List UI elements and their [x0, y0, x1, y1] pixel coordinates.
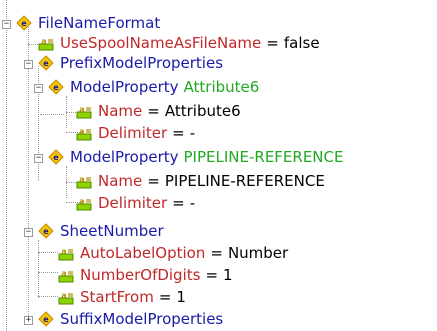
tree-node-modelproperty-attribute6[interactable]: e ModelProperty Attribute6 [48, 76, 259, 98]
svg-text:a: a [61, 247, 66, 256]
xml-element-icon: e [38, 223, 54, 239]
node-id-label: Attribute6 [183, 78, 260, 96]
tree-guide-line [28, 44, 38, 45]
attribute-value: 1 [223, 266, 233, 284]
attribute-value: false [283, 34, 320, 52]
tree-guide-line [6, 0, 7, 331]
tree-node-attr-startfrom[interactable]: a StartFrom = 1 [58, 286, 186, 308]
svg-text:a: a [79, 197, 84, 206]
attribute-name: NumberOfDigits [80, 266, 201, 284]
collapse-toggle-modelproperty-attribute6[interactable]: − [34, 84, 43, 93]
tree-guide-line [40, 114, 64, 115]
attribute-value: Attribute6 [164, 102, 241, 120]
svg-text:e: e [43, 227, 49, 236]
tree-node-attr-delimiter[interactable]: a Delimiter = - [76, 192, 195, 214]
tree-node-attr-delimiter[interactable]: a Delimiter = - [76, 122, 195, 144]
node-label: SheetNumber [60, 222, 164, 240]
xml-attribute-icon: a [76, 127, 92, 141]
equals-sign: = [147, 102, 160, 120]
svg-text:a: a [41, 37, 46, 46]
attribute-name: StartFrom [80, 288, 154, 306]
tree-node-attr-autolabeloption[interactable]: a AutoLabelOption = Number [58, 242, 288, 264]
attribute-value: - [189, 124, 196, 142]
svg-text:e: e [53, 153, 59, 162]
attribute-name: Name [98, 172, 143, 190]
svg-text:e: e [43, 315, 49, 324]
equals-sign: = [210, 244, 223, 262]
node-label: FileNameFormat [38, 14, 161, 32]
xml-attribute-icon: a [38, 37, 54, 51]
xml-attribute-icon: a [58, 247, 74, 261]
xml-element-icon: e [38, 55, 54, 71]
tree-node-attr-usespoolname[interactable]: a UseSpoolNameAsFileName = false [38, 32, 320, 54]
tree-guide-line [38, 240, 39, 298]
tree-guide-line [38, 296, 58, 297]
tree-node-suffixmodelproperties[interactable]: e SuffixModelProperties [38, 308, 223, 330]
attribute-name: Name [98, 102, 143, 120]
node-id-label: PIPELINE-REFERENCE [183, 148, 344, 166]
attribute-value: 1 [176, 288, 186, 306]
xml-attribute-icon: a [76, 197, 92, 211]
attribute-name: AutoLabelOption [80, 244, 206, 262]
xml-attribute-icon: a [58, 269, 74, 283]
svg-text:a: a [79, 105, 84, 114]
node-label: PrefixModelProperties [60, 54, 224, 72]
collapse-toggle-modelproperty-pipeline-reference[interactable]: − [34, 154, 43, 163]
equals-sign: = [205, 266, 219, 284]
xml-attribute-icon: a [58, 291, 74, 305]
tree-node-attr-name[interactable]: a Name = PIPELINE-REFERENCE [76, 170, 325, 192]
svg-text:a: a [79, 175, 84, 184]
attribute-name: Delimiter [98, 124, 168, 142]
xml-element-icon: e [48, 79, 64, 95]
xml-attribute-icon: a [76, 175, 92, 189]
xml-element-icon: e [48, 149, 64, 165]
svg-text:a: a [61, 291, 66, 300]
svg-text:e: e [43, 59, 49, 68]
attribute-value: Number [227, 244, 289, 262]
node-label: SuffixModelProperties [60, 310, 224, 328]
xml-attribute-icon: a [76, 105, 92, 119]
attribute-name: UseSpoolNameAsFileName [60, 34, 262, 52]
svg-text:a: a [79, 127, 84, 136]
tree-node-filenameformat[interactable]: e FileNameFormat [16, 12, 160, 34]
svg-text:a: a [61, 269, 66, 278]
tree-guide-line [38, 272, 58, 273]
expand-toggle-suffixmodelproperties[interactable]: + [24, 316, 33, 325]
svg-text:e: e [53, 83, 59, 92]
tree-node-attr-numberofdigits[interactable]: a NumberOfDigits = 1 [58, 264, 233, 286]
tree-guide-line [38, 252, 58, 253]
xml-element-icon: e [16, 15, 32, 31]
collapse-toggle-sheetnumber[interactable]: − [24, 228, 33, 237]
equals-sign: = [147, 172, 160, 190]
equals-sign: = [172, 194, 185, 212]
collapse-toggle-prefixmodelproperties[interactable]: − [24, 60, 33, 69]
equals-sign: = [158, 288, 172, 306]
svg-text:e: e [21, 19, 27, 28]
xml-element-icon: e [38, 311, 54, 327]
tree-node-attr-name[interactable]: a Name = Attribute6 [76, 100, 241, 122]
node-label: ModelProperty [70, 78, 179, 96]
equals-sign: = [172, 124, 185, 142]
attribute-name: Delimiter [98, 194, 168, 212]
tree-node-modelproperty-pipeline-reference[interactable]: e ModelProperty PIPELINE-REFERENCE [48, 146, 343, 168]
collapse-toggle-filenameformat[interactable]: − [2, 20, 11, 29]
tree-node-prefixmodelproperties[interactable]: e PrefixModelProperties [38, 52, 223, 74]
attribute-value: - [189, 194, 196, 212]
attribute-value: PIPELINE-REFERENCE [164, 172, 325, 190]
xml-tree-view: − e FileNameFormat a UseSpoolNameAsFileN… [0, 0, 437, 331]
tree-node-sheetnumber[interactable]: e SheetNumber [38, 220, 164, 242]
node-label: ModelProperty [70, 148, 179, 166]
equals-sign: = [266, 34, 279, 52]
